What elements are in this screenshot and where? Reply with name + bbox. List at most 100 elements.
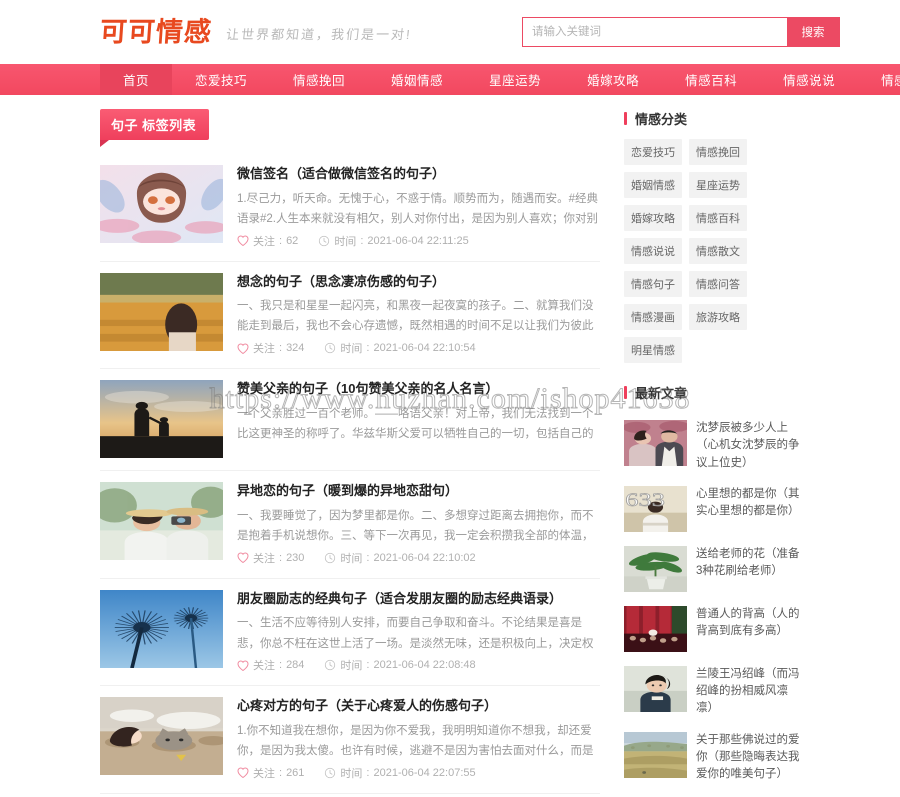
latest-article-title[interactable]: 送给老师的花（准备3种花刷给老师） [696,546,800,592]
article-body: 心疼对方的句子（关于心疼爱人的伤感句子） 1.你不知道我在想你，是因为你不爱我，… [237,697,600,781]
article-excerpt: 一、我要睡觉了，因为梦里都是你。二、多想穿过距离去拥抱你，而不是抱着手机说想你。… [237,509,594,542]
article-list-item[interactable]: 微信签名（适合做微信签名的句子） 1.尽己力，听天命。无愧于心，不惑于情。顺势而… [100,154,600,262]
nav-item-love-tips[interactable]: 恋爱技巧 [172,64,270,95]
sidebar-latest-title: 最新文章 [624,383,800,402]
latest-article-thumbnail[interactable] [624,605,687,652]
category-tag[interactable]: 情感说说 [624,238,682,264]
clock-icon [324,767,336,779]
article-body: 异地恋的句子（暖到爆的异地恋甜句） 一、我要睡觉了，因为梦里都是你。二、多想穿过… [237,482,600,566]
category-tag[interactable]: 情感漫画 [624,304,682,330]
latest-article-title[interactable]: 普通人的背高（人的背高到底有多高） [696,606,800,652]
article-body: 想念的句子（思念凄凉伤感的句子） 一、我只是和星星一起闪亮，和黑夜一起夜寞的孩子… [237,273,600,357]
search-input[interactable] [523,18,787,46]
category-tag[interactable]: 情感散文 [689,238,747,264]
latest-article-item[interactable]: 兰陵王冯绍峰（而冯绍峰的扮相威风凛凛） [624,659,800,725]
article-title[interactable]: 异地恋的句子（暖到爆的异地恋甜句） [237,483,600,499]
latest-article-title[interactable]: 兰陵王冯绍峰（而冯绍峰的扮相威风凛凛） [696,666,800,718]
category-tag[interactable]: 情感句子 [624,271,682,297]
article-list-item[interactable]: 心疼对方的句子（关于心疼爱人的伤感句子） 1.你不知道我在想你，是因为你不爱我，… [100,686,600,794]
page-root: 可可情感 让世界都知道，我们是一对! 搜索 首页 恋爱技巧 情感挽回 婚姻情感 … [0,0,900,797]
nav-item-wedding[interactable]: 婚嫁攻略 [564,64,662,95]
category-tag[interactable]: 旅游攻略 [689,304,747,330]
nav-item-marriage[interactable]: 婚姻情感 [368,64,466,95]
search-box[interactable]: 搜索 [522,17,840,47]
article-title[interactable]: 赞美父亲的句子（10句赞美父亲的名人名言） [237,381,600,397]
nav-item-encyclopedia[interactable]: 情感百科 [662,64,760,95]
article-follow-value: 284 [286,659,305,672]
latest-article-thumbnail[interactable] [624,731,687,778]
latest-article-title[interactable]: 沈梦辰被多少人上（心机女沈梦辰的争议上位史） [696,420,800,472]
clock-icon [324,659,336,671]
clock-icon [324,342,336,354]
latest-article-item[interactable]: 普通人的背高（人的背高到底有多高） [624,599,800,659]
article-thumbnail[interactable] [100,482,223,561]
category-tag[interactable]: 明星情感 [624,337,682,363]
site-slogan: 让世界都知道，我们是一对! [225,26,413,42]
category-tag[interactable]: 婚姻情感 [624,172,682,198]
category-tag[interactable]: 情感百科 [689,205,747,231]
article-thumbnail[interactable] [100,697,223,776]
svg-text:633: 633 [625,489,665,511]
latest-article-item[interactable]: 633 心里想的都是你（其实心里想的都是你） [624,479,800,539]
site-logo[interactable]: 可可情感 [99,17,213,48]
latest-article-thumbnail[interactable] [624,420,687,466]
search-button[interactable]: 搜索 [787,18,839,46]
article-follow-label: 关注 [253,660,275,673]
article-list-item[interactable]: 异地恋的句子（暖到爆的异地恋甜句） 一、我要睡觉了，因为梦里都是你。二、多想穿过… [100,471,600,579]
article-follow-count: 关注: 230 [237,550,304,566]
article-body: 微信签名（适合做微信签名的句子） 1.尽己力，听天命。无愧于心，不惑于情。顺势而… [237,165,600,249]
latest-article-thumbnail[interactable] [624,665,687,712]
latest-article-list: 沈梦辰被多少人上（心机女沈梦辰的争议上位史） 633 心里想的都是你（其实心里想… [624,413,800,790]
latest-article-item[interactable]: 沈梦辰被多少人上（心机女沈梦辰的争议上位史） [624,413,800,479]
article-time-label: 时间 [340,343,363,356]
latest-article-title[interactable]: 关于那些佛说过的爱你（那些隐晦表达我爱你的唯美句子） [696,732,800,784]
article-follow-value: 230 [286,551,305,564]
article-meta: 关注: 261 时间: 2021-06-04 22:07:55 [237,765,600,781]
nav-item-quotes[interactable]: 情感说说 [760,64,858,95]
category-tag[interactable]: 星座运势 [689,172,747,198]
heart-icon [237,552,249,564]
article-time: 时间: 2021-06-04 22:07:55 [324,765,476,781]
article-title[interactable]: 微信签名（适合做微信签名的句子） [237,166,600,182]
article-excerpt: 一、生活不应等待别人安排，而要自己争取和奋斗。不论结果是喜是悲，你总不枉在这世上… [237,617,594,650]
latest-article-title[interactable]: 心里想的都是你（其实心里想的都是你） [696,486,800,532]
tag-name: 句子 [111,118,139,133]
category-tag[interactable]: 婚嫁攻略 [624,205,682,231]
article-time-value: 2021-06-04 22:10:02 [373,551,476,564]
article-thumbnail[interactable] [100,589,223,668]
article-thumbnail[interactable] [100,380,223,459]
sidebar-latest-block: 最新文章 沈梦辰被多少人上（心机女沈梦辰的争议上位史） 633 心里想的都是你（… [624,383,800,790]
article-follow-count: 关注: 62 [237,233,298,249]
article-time: 时间: 2021-06-04 22:11:25 [318,233,469,249]
category-tag[interactable]: 情感问答 [689,271,747,297]
article-title[interactable]: 朋友圈励志的经典句子（适合发朋友圈的励志经典语录） [237,591,600,607]
tag-list-header: 句子 标签列表 [100,109,210,147]
nav-item-home[interactable]: 首页 [100,64,173,95]
article-title[interactable]: 心疼对方的句子（关于心疼爱人的伤感句子） [237,698,600,714]
article-list-item[interactable]: 想念的句子（思念凄凉伤感的句子） 一、我只是和星星一起闪亮，和黑夜一起夜寞的孩子… [100,262,600,370]
article-time-label: 时间 [334,235,357,248]
category-tag[interactable]: 情感挽回 [689,139,747,165]
article-list-item[interactable]: 赞美父亲的句子（10句赞美父亲的名人名言） 一个父亲胜过一百个老师。——咯语父亲… [100,369,600,472]
article-meta: 关注: 324 时间: 2021-06-04 22:10:54 [237,340,600,356]
main-nav: 首页 恋爱技巧 情感挽回 婚姻情感 星座运势 婚嫁攻略 情感百科 情感说说 情感… [0,64,900,95]
article-title[interactable]: 想念的句子（思念凄凉伤感的句子） [237,274,600,290]
nav-item-horoscope[interactable]: 星座运势 [466,64,564,95]
latest-article-thumbnail[interactable]: 633 [624,485,687,532]
article-thumbnail[interactable] [100,165,223,243]
heart-icon [237,660,249,671]
site-header: 可可情感 让世界都知道，我们是一对! 搜索 [0,0,900,64]
tag-header-suffix: 标签列表 [142,118,197,133]
article-list-item[interactable]: 朋友圈励志的经典句子（适合发朋友圈的励志经典语录） 一、生活不应等待别人安排，而… [100,579,600,687]
nav-item-recovery[interactable]: 情感挽回 [270,64,368,95]
article-thumbnail[interactable] [100,272,223,351]
category-tag[interactable]: 恋爱技巧 [624,139,682,165]
brand[interactable]: 可可情感 让世界都知道，我们是一对! [99,17,413,48]
article-time-label: 时间 [340,552,363,565]
latest-article-thumbnail[interactable] [624,545,687,592]
article-time: 时间: 2021-06-04 22:08:48 [324,657,476,673]
latest-article-item[interactable]: 送给老师的花（准备3种花刷给老师） [624,539,800,599]
latest-article-item[interactable]: 关于那些佛说过的爱你（那些隐晦表达我爱你的唯美句子） [624,725,800,791]
nav-item-prose[interactable]: 情感散文 [858,64,900,95]
clock-icon [318,235,330,247]
